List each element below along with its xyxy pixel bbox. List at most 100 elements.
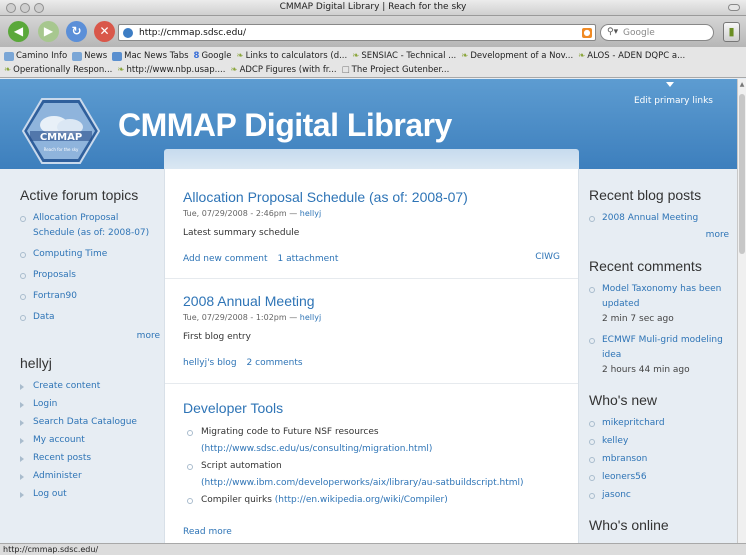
recent-blog-list: 2008 Annual Meeting	[589, 211, 729, 226]
bookmark-item[interactable]: ❧ Operationally Respon...	[4, 65, 112, 75]
forum-topic-link[interactable]: Proposals	[20, 268, 160, 283]
cmmap-logo[interactable]: CMMAP Reach for the sky	[22, 97, 100, 165]
blog-link[interactable]: hellyj's blog	[183, 358, 237, 368]
menu-create-content[interactable]: Create content	[20, 379, 160, 394]
search-input[interactable]: ⚲▾ Google	[600, 24, 714, 41]
comment-item: Model Taxonomy has been updated 2 min 7 s…	[589, 282, 729, 327]
post-item: Allocation Proposal Schedule (as of: 200…	[165, 169, 578, 279]
user-link[interactable]: leoners56	[589, 470, 729, 485]
bookmark-item[interactable]: Mac News Tabs	[112, 51, 189, 61]
forum-topic-link[interactable]: Data	[20, 310, 160, 325]
folder-icon	[72, 51, 83, 61]
rss-feed-icon[interactable]: ●	[582, 28, 592, 38]
bookmark-item[interactable]: □ The Project Gutenber...	[342, 65, 450, 75]
whos-online-title: Who's online	[589, 517, 669, 533]
comment-link[interactable]: Model Taxonomy has been updated	[602, 284, 721, 309]
list-item: Migrating code to Future NSF resources (h…	[183, 424, 560, 458]
post-date: Tue, 07/29/2008 - 2:46pm —	[183, 209, 300, 218]
menu-my-account[interactable]: My account	[20, 433, 160, 448]
post-body: First blog entry	[183, 332, 251, 342]
bookmark-label: ALOS - ADEN DQPC a...	[587, 51, 686, 61]
menu-search-data-catalogue[interactable]: Search Data Catalogue	[20, 415, 160, 430]
post-title[interactable]: 2008 Annual Meeting	[183, 293, 560, 309]
bookmark-item[interactable]: ❧ Development of a Nov...	[461, 51, 573, 61]
item-text: Compiler quirks	[201, 495, 275, 505]
forum-topic-link[interactable]: Computing Time	[20, 247, 160, 262]
stop-icon[interactable]: ✕	[94, 21, 115, 42]
scroll-up-icon[interactable]: ▲	[738, 81, 746, 88]
new-users-list: mikepritchard kelley mbranson leoners56 …	[589, 416, 729, 503]
url-text: http://cmmap.sdsc.edu/	[139, 28, 247, 38]
bookmark-leaf-icon: ❧	[236, 51, 244, 61]
post-title[interactable]: Allocation Proposal Schedule (as of: 200…	[183, 189, 560, 205]
post-author[interactable]: hellyj	[300, 313, 321, 322]
user-link[interactable]: mbranson	[589, 452, 729, 467]
blog-more-link[interactable]: more	[589, 230, 729, 240]
read-more-link[interactable]: Read more	[183, 527, 560, 537]
bookmark-item[interactable]: ❧ Links to calculators (d...	[236, 51, 347, 61]
right-sidebar: Recent blog posts 2008 Annual Meeting mo…	[589, 187, 729, 541]
logo-text: CMMAP	[40, 132, 82, 143]
list-item: Script automation (http://www.ibm.com/dev…	[183, 458, 560, 492]
forum-topic-link[interactable]: Allocation Proposal Schedule (as of: 200…	[20, 211, 160, 241]
bookmark-label: Development of a Nov...	[470, 51, 574, 61]
menu-log-out[interactable]: Log out	[20, 487, 160, 502]
user-block-title: hellyj	[20, 355, 52, 371]
post-title[interactable]: Developer Tools	[183, 400, 560, 416]
search-placeholder: Google	[623, 28, 655, 38]
bookmark-leaf-icon: ❧	[461, 51, 469, 61]
menu-administer[interactable]: Administer	[20, 469, 160, 484]
forum-topic-link[interactable]: Fortran90	[20, 289, 160, 304]
comment-item: ECMWF Muli-grid modeling idea 2 hours 44 …	[589, 333, 729, 378]
forward-arrow-icon[interactable]: ▶	[38, 21, 59, 42]
logo-tagline: Reach for the sky	[44, 147, 79, 152]
post-author[interactable]: hellyj	[300, 209, 321, 218]
whos-new-title: Who's new	[589, 392, 658, 408]
blog-post-link[interactable]: 2008 Annual Meeting	[589, 211, 729, 226]
magnifier-icon[interactable]: ⚲▾	[607, 27, 618, 37]
bookmark-item[interactable]: ❧ SENSIAC - Technical ...	[352, 51, 456, 61]
status-text: http://cmmap.sdsc.edu/	[3, 545, 99, 554]
forum-block-title: Active forum topics	[20, 187, 139, 203]
bookmark-item[interactable]: ❧ ALOS - ADEN DQPC a...	[578, 51, 685, 61]
bookmark-label: Google	[201, 51, 232, 61]
blog-block-title: Recent blog posts	[589, 187, 702, 203]
item-link[interactable]: (http://www.ibm.com/developerworks/aix/l…	[201, 478, 524, 488]
attachment-link[interactable]: 1 attachment	[278, 254, 339, 264]
vertical-scrollbar[interactable]: ▲	[737, 79, 746, 543]
post-tag-link[interactable]: CIWG	[535, 252, 560, 262]
edit-primary-links[interactable]: Edit primary links	[634, 96, 713, 106]
bookmark-item[interactable]: ❧ http://www.nbp.usap....	[117, 65, 225, 75]
item-text: Migrating code to Future NSF resources	[201, 427, 379, 437]
bookmark-label: News	[84, 51, 108, 61]
site-favicon-icon	[123, 28, 133, 38]
developer-tools-list: Migrating code to Future NSF resources (h…	[183, 424, 560, 509]
back-arrow-icon[interactable]: ◀	[8, 21, 29, 42]
user-link[interactable]: mikepritchard	[589, 416, 729, 431]
comment-age: 2 min 7 sec ago	[602, 314, 674, 324]
site-name[interactable]: CMMAP Digital Library	[118, 107, 452, 144]
reload-icon[interactable]: ↻	[66, 21, 87, 42]
user-link[interactable]: kelley	[589, 434, 729, 449]
menu-recent-posts[interactable]: Recent posts	[20, 451, 160, 466]
comments-link[interactable]: 2 comments	[247, 358, 303, 368]
bookmark-label: The Project Gutenber...	[351, 65, 450, 75]
address-bar[interactable]: http://cmmap.sdsc.edu/ ●	[118, 24, 596, 41]
item-link[interactable]: (http://www.sdsc.edu/us/consulting/migra…	[201, 444, 432, 454]
comment-link[interactable]: ECMWF Muli-grid modeling idea	[602, 335, 723, 360]
bookmark-leaf-icon: ❧	[117, 65, 125, 75]
folder-icon	[4, 51, 14, 61]
bookmark-item[interactable]: Camino Info	[4, 51, 67, 61]
bookmark-item[interactable]: ❧ ADCP Figures (with fr...	[230, 65, 336, 75]
add-comment-link[interactable]: Add new comment	[183, 254, 268, 264]
forum-more-link[interactable]: more	[20, 331, 160, 341]
toolbar-toggle-button[interactable]	[728, 4, 740, 11]
bookmark-leaf-icon: ❧	[230, 65, 238, 75]
bookmark-item[interactable]: News	[72, 51, 107, 61]
bookmark-item[interactable]: 8 Google	[194, 51, 232, 61]
menu-login[interactable]: Login	[20, 397, 160, 412]
user-link[interactable]: jasonc	[589, 488, 729, 503]
scroll-thumb[interactable]	[739, 94, 745, 254]
item-link[interactable]: (http://en.wikipedia.org/wiki/Compiler)	[275, 495, 448, 505]
bookmark-icon[interactable]: ▮	[723, 22, 740, 42]
